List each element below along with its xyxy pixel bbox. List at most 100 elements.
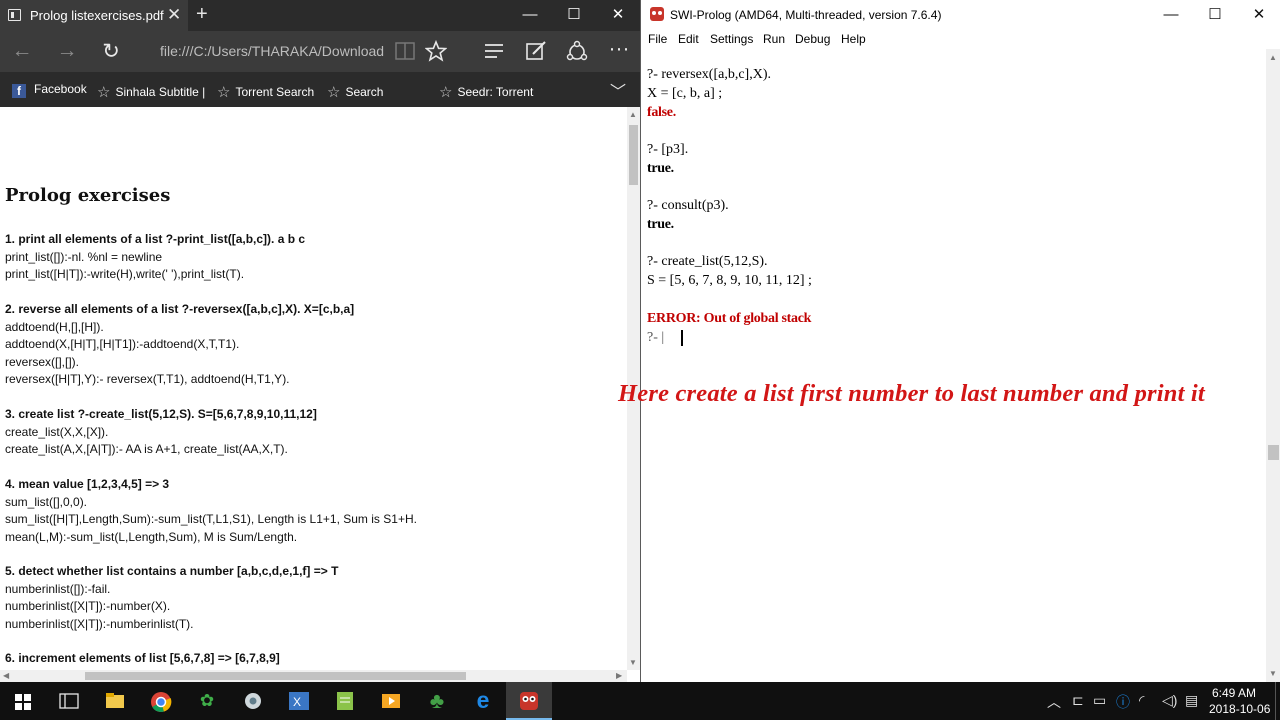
- leaf-app-icon: ✿: [199, 691, 215, 710]
- gear-app-icon: [245, 693, 261, 709]
- clock-time[interactable]: 6:49 AM: [1212, 686, 1256, 700]
- edge-tab-active[interactable]: Prolog listexercises.pdf ✕: [0, 0, 188, 31]
- scroll-left-icon[interactable]: ◀: [3, 671, 9, 680]
- show-hidden-icons[interactable]: ︿: [1047, 692, 1061, 712]
- favorite-torrent-search[interactable]: ☆ Torrent Search: [217, 82, 314, 101]
- taskbar-chrome[interactable]: [138, 682, 184, 720]
- hub-icon[interactable]: [483, 42, 505, 60]
- edge-tab-bar: Prolog listexercises.pdf ✕ + — ☐ ✕: [0, 0, 640, 31]
- scroll-thumb[interactable]: [85, 672, 466, 680]
- minimize-button[interactable]: —: [1149, 0, 1193, 30]
- code-line: reversex([],[]).: [5, 354, 80, 369]
- show-desktop-button[interactable]: [1275, 682, 1280, 720]
- blue-app-icon: X: [289, 692, 309, 710]
- windows-logo-icon: [15, 694, 31, 710]
- taskbar-app-9[interactable]: [368, 682, 414, 720]
- favorite-star-icon[interactable]: [425, 40, 447, 62]
- exercise-heading: 2. reverse all elements of a list ?-reve…: [5, 302, 355, 316]
- pdf-horizontal-scrollbar[interactable]: ◀ ▶: [0, 670, 627, 682]
- code-line: sum_list([],0,0).: [5, 494, 88, 509]
- edge-icon: e: [476, 687, 490, 713]
- exercise-heading: 5. detect whether list contains a number…: [5, 564, 339, 578]
- star-icon: ☆: [439, 84, 453, 101]
- menu-run[interactable]: Run: [763, 32, 785, 46]
- address-bar[interactable]: file:///C:/Users/THARAKA/Downloads/Dc: [160, 43, 384, 59]
- code-line: print_list([H|T]):-write(H),write(' '),p…: [5, 267, 245, 281]
- favorite-facebook[interactable]: f Facebook: [12, 82, 87, 98]
- battery-icon[interactable]: ▭: [1093, 692, 1106, 709]
- scroll-thumb[interactable]: [1268, 445, 1279, 460]
- maximize-button[interactable]: ☐: [552, 0, 596, 31]
- maximize-button[interactable]: ☐: [1193, 0, 1237, 30]
- menu-bar: File Edit Settings Run Debug Help: [641, 30, 1280, 49]
- notepad-app-icon: [337, 692, 353, 710]
- folder-icon: [106, 693, 124, 708]
- refresh-button[interactable]: ↻: [98, 39, 124, 64]
- scroll-down-icon[interactable]: ▼: [1269, 669, 1277, 678]
- scroll-up-icon[interactable]: ▲: [1269, 53, 1277, 62]
- info-icon[interactable]: ⓘ: [1116, 692, 1130, 712]
- taskbar-file-explorer[interactable]: [92, 682, 138, 720]
- reading-view-icon[interactable]: [395, 42, 415, 60]
- exercise-heading: 4. mean value [1,2,3,4,5] => 3: [5, 477, 170, 491]
- taskbar-app-5[interactable]: ✿: [184, 682, 230, 720]
- favorite-search[interactable]: ☆ Search: [327, 82, 383, 101]
- owl-icon: [520, 692, 538, 710]
- volume-icon[interactable]: ◁): [1162, 692, 1177, 709]
- action-center-icon[interactable]: ▤: [1185, 692, 1198, 709]
- task-view-button[interactable]: [46, 682, 92, 720]
- menu-settings[interactable]: Settings: [710, 32, 753, 46]
- taskbar-app-7[interactable]: X: [276, 682, 322, 720]
- scroll-down-icon[interactable]: ▼: [629, 658, 637, 667]
- new-tab-button[interactable]: +: [196, 3, 208, 26]
- code-line: reversex([H|T],Y):- reversex(T,T1), addt…: [5, 372, 290, 386]
- exercise-heading: 6. increment elements of list [5,6,7,8] …: [5, 651, 280, 665]
- usb-icon[interactable]: ⊏: [1072, 692, 1084, 709]
- start-button[interactable]: [0, 682, 46, 720]
- scroll-right-icon[interactable]: ▶: [616, 671, 622, 680]
- code-line: numberinlist([X|T]):-numberinlist(T).: [5, 616, 194, 631]
- minimize-button[interactable]: —: [508, 0, 552, 31]
- media-player-icon: [382, 694, 400, 708]
- clock-date[interactable]: 2018-10-06: [1209, 702, 1270, 716]
- code-line: addtoend(H,[],[H]).: [5, 319, 104, 334]
- menu-file[interactable]: File: [648, 32, 667, 46]
- prolog-console[interactable]: ?- reversex([a,b,c],X). X = [c, b, a] ; …: [641, 49, 1266, 682]
- console-prompt[interactable]: ?- |: [647, 330, 664, 346]
- code-line: numberinlist([]):-fail.: [5, 581, 111, 596]
- tab-title: Prolog listexercises.pdf: [30, 8, 164, 23]
- menu-debug[interactable]: Debug: [795, 32, 830, 46]
- network-icon[interactable]: ◜: [1139, 692, 1144, 709]
- close-tab-icon[interactable]: ✕: [167, 5, 181, 25]
- swi-prolog-window: SWI-Prolog (AMD64, Multi-threaded, versi…: [640, 0, 1280, 682]
- pdf-viewer: Prolog exercises 1. print all elements o…: [0, 107, 627, 670]
- taskbar-app-8[interactable]: [322, 682, 368, 720]
- code-line: print_list([]):-nl. %nl = newline: [5, 249, 163, 264]
- star-icon: ☆: [217, 84, 231, 101]
- menu-edit[interactable]: Edit: [678, 32, 699, 46]
- exercise-6: 6. increment elements of list [5,6,7,8] …: [5, 650, 280, 668]
- exercise-4: 4. mean value [1,2,3,4,5] => 3 sum_list(…: [5, 476, 417, 546]
- share-icon[interactable]: [566, 40, 588, 62]
- scroll-up-icon[interactable]: ▲: [629, 110, 637, 119]
- close-window-button[interactable]: ✕: [596, 0, 640, 31]
- more-options-icon[interactable]: ···: [606, 37, 632, 61]
- taskbar-swi-prolog[interactable]: [506, 682, 552, 720]
- star-icon: ☆: [97, 84, 111, 101]
- favorite-seedr[interactable]: ☆ Seedr: Torrent: [439, 82, 533, 101]
- menu-help[interactable]: Help: [841, 32, 866, 46]
- svg-text:X: X: [293, 695, 301, 709]
- console-vertical-scrollbar[interactable]: ▲ ▼: [1266, 49, 1280, 682]
- taskbar-edge[interactable]: e: [460, 682, 506, 720]
- star-icon: ☆: [327, 84, 341, 101]
- web-note-icon[interactable]: [525, 40, 547, 62]
- favorite-sinhala-subtitle[interactable]: ☆ Sinhala Subtitle |: [97, 82, 205, 101]
- code-line: numberinlist([X|T]):-number(X).: [5, 599, 171, 613]
- taskbar-app-6[interactable]: [230, 682, 276, 720]
- back-button[interactable]: ←: [9, 39, 35, 63]
- scroll-thumb[interactable]: [629, 125, 638, 185]
- forward-button[interactable]: →: [54, 39, 80, 63]
- chevron-down-icon[interactable]: ﹀: [610, 78, 626, 102]
- taskbar-app-10[interactable]: ♣: [414, 682, 460, 720]
- close-window-button[interactable]: ✕: [1237, 0, 1280, 30]
